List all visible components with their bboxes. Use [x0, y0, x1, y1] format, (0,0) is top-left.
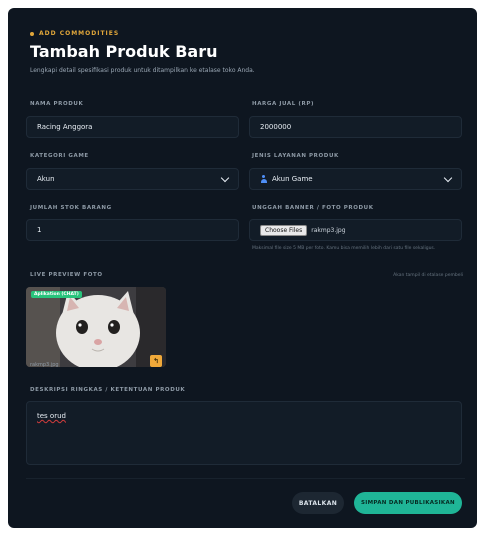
service-select[interactable]: Akun Game: [249, 168, 462, 190]
eyebrow-text: ADD COMMODITIES: [39, 30, 120, 37]
category-value: Akun: [37, 175, 55, 183]
cat-photo: [26, 287, 166, 367]
preview-note: Akan tampil di etalase pembeli: [393, 273, 463, 278]
preview-filename: rakmp3.jpg: [30, 362, 59, 368]
banner-filename: rakmp3.jpg: [311, 226, 346, 234]
service-value: Akun Game: [272, 175, 313, 183]
banner-hint: Maksimal file size 5 MB per foto. Kamu b…: [252, 246, 436, 251]
product-name-label: NAMA PRODUK: [30, 101, 84, 107]
page-subtitle: Lengkapi detail spesifikasi produk untuk…: [30, 67, 255, 74]
chevron-down-icon: [443, 173, 453, 182]
stock-label: JUMLAH STOK BARANG: [30, 205, 112, 211]
preview-badge: Aplikation (CHAT): [31, 291, 82, 298]
cancel-button[interactable]: BATALKAN: [292, 492, 344, 514]
choose-files-button[interactable]: Choose Files: [260, 224, 308, 236]
banner-file-input[interactable]: Choose Files rakmp3.jpg: [249, 219, 462, 241]
category-label: KATEGORI GAME: [30, 153, 89, 159]
category-select[interactable]: Akun: [26, 168, 239, 190]
footer-divider: [26, 478, 465, 479]
description-value: tes orud: [37, 412, 66, 420]
description-label: DESKRIPSI RINGKAS / KETENTUAN PRODUK: [30, 387, 186, 393]
product-name-value: Racing Anggora: [37, 123, 93, 131]
service-label: JENIS LAYANAN PRODUK: [252, 153, 339, 159]
description-textarea[interactable]: tes orud: [26, 401, 462, 465]
eyebrow: ADD COMMODITIES: [30, 30, 457, 37]
eyebrow-dot-icon: [30, 31, 34, 36]
price-input[interactable]: 2000000: [249, 116, 462, 138]
crop-icon[interactable]: ↰: [150, 355, 162, 367]
stock-value: 1: [37, 226, 42, 234]
user-icon: [260, 175, 267, 183]
banner-label: UNGGAH BANNER / FOTO PRODUK: [252, 205, 374, 211]
save-publish-button[interactable]: SIMPAN DAN PUBLIKASIKAN: [354, 492, 462, 514]
chevron-down-icon: [220, 173, 230, 182]
preview-label: LIVE PREVIEW FOTO: [30, 272, 103, 278]
preview-image: Aplikation (CHAT): [26, 287, 166, 367]
price-value: 2000000: [260, 123, 292, 131]
price-label: HARGA JUAL (RP): [252, 101, 315, 107]
product-name-input[interactable]: Racing Anggora: [26, 116, 239, 138]
stock-input[interactable]: 1: [26, 219, 239, 241]
page-title: Tambah Produk Baru: [30, 42, 218, 61]
